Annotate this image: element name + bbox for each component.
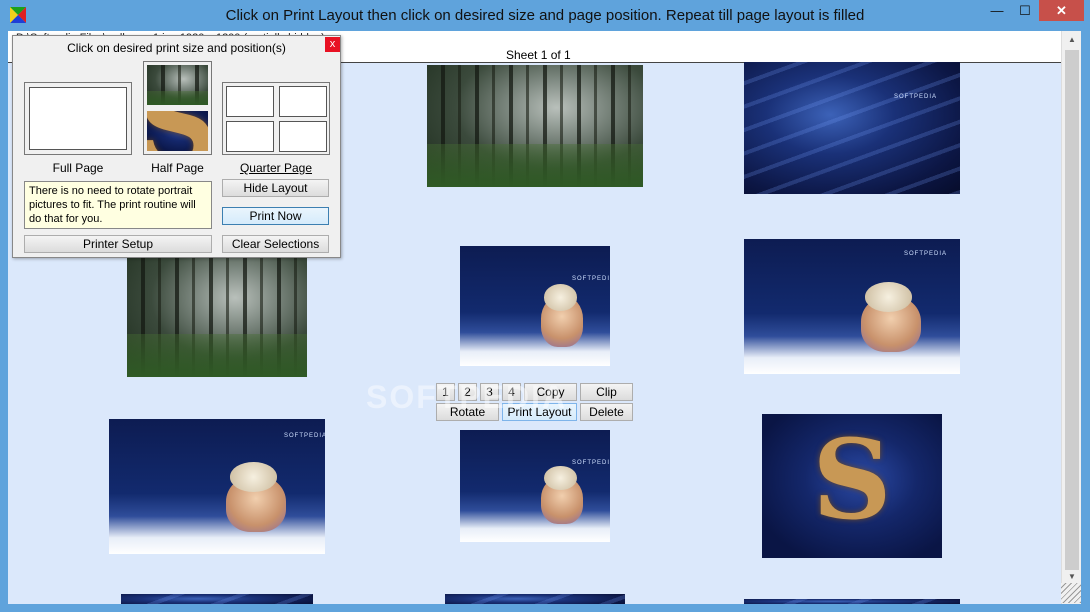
thumbnail-blue-abstract[interactable] [445, 594, 625, 604]
thumbnail-forest[interactable] [427, 65, 643, 187]
scroll-thumb[interactable] [1065, 50, 1079, 570]
print-size-dialog: Click on desired print size and position… [12, 35, 341, 258]
clear-selections-button[interactable]: Clear Selections [222, 235, 329, 253]
quarter-bottom-right[interactable] [279, 121, 327, 152]
half-page-top-preview [147, 65, 208, 105]
full-page-option[interactable] [24, 82, 132, 155]
close-button[interactable]: ✕ [1039, 0, 1084, 21]
half-page-label: Half Page [151, 161, 204, 175]
print-now-button[interactable]: Print Now [222, 207, 329, 225]
minimize-button[interactable]: — [983, 0, 1011, 21]
main-window: Click on Print Layout then click on desi… [0, 0, 1090, 612]
thumbnail-forest[interactable] [127, 255, 307, 377]
scroll-up-arrow-icon[interactable]: ▲ [1062, 31, 1082, 48]
thumbnail-girl[interactable]: SOFTPEDIA [744, 239, 960, 374]
window-title: Click on Print Layout then click on desi… [225, 7, 865, 24]
thumbnail-brand: SOFTPEDIA [904, 251, 948, 257]
quarter-bottom-left[interactable] [226, 121, 274, 152]
half-page-option[interactable] [143, 61, 212, 155]
clip-button[interactable]: Clip [580, 383, 633, 401]
thumbnail-s-logo[interactable] [762, 414, 942, 558]
quarter-top-left[interactable] [226, 86, 274, 117]
hide-layout-button[interactable]: Hide Layout [222, 179, 329, 197]
quarter-page-label: Quarter Page [239, 161, 313, 175]
thumbnail-girl[interactable]: SOFTPEDIA [460, 246, 610, 366]
half-page-bottom-preview [147, 111, 208, 151]
printer-setup-button[interactable]: Printer Setup [24, 235, 212, 253]
thumbnail-brand: SOFTPEDIA [284, 433, 325, 439]
delete-button[interactable]: Delete [580, 403, 633, 421]
thumbnail-brand: SOFTPEDIA [572, 276, 610, 282]
resize-grip-icon[interactable] [1061, 583, 1081, 603]
title-bar[interactable]: Click on Print Layout then click on desi… [0, 0, 1090, 31]
quarter-page-option[interactable] [222, 82, 330, 155]
watermark: SOFTPEDIA [366, 379, 568, 415]
thumbnail-blue-abstract[interactable] [121, 594, 313, 604]
thumbnail-brand: SOFTPEDIA [894, 94, 938, 100]
thumbnail-girl[interactable]: SOFTPEDIA [109, 419, 325, 554]
dialog-title: Click on desired print size and position… [67, 41, 286, 55]
thumbnail-brand: SOFTPEDIA [572, 460, 610, 466]
sheet-label: Sheet 1 of 1 [506, 48, 571, 62]
maximize-button[interactable]: ☐ [1011, 0, 1039, 21]
thumbnail-girl[interactable]: SOFTPEDIA [460, 430, 610, 542]
full-page-label: Full Page [52, 161, 104, 175]
full-page-preview [29, 87, 127, 150]
vertical-scrollbar[interactable]: ▲ ▼ [1061, 31, 1081, 604]
thumbnail-blue-abstract[interactable]: SOFTPEDIA [744, 62, 960, 194]
quarter-top-right[interactable] [279, 86, 327, 117]
dialog-close-button[interactable]: x [325, 37, 340, 52]
rotate-note: There is no need to rotate portrait pict… [24, 181, 212, 229]
thumbnail-blue-abstract[interactable] [744, 599, 960, 604]
